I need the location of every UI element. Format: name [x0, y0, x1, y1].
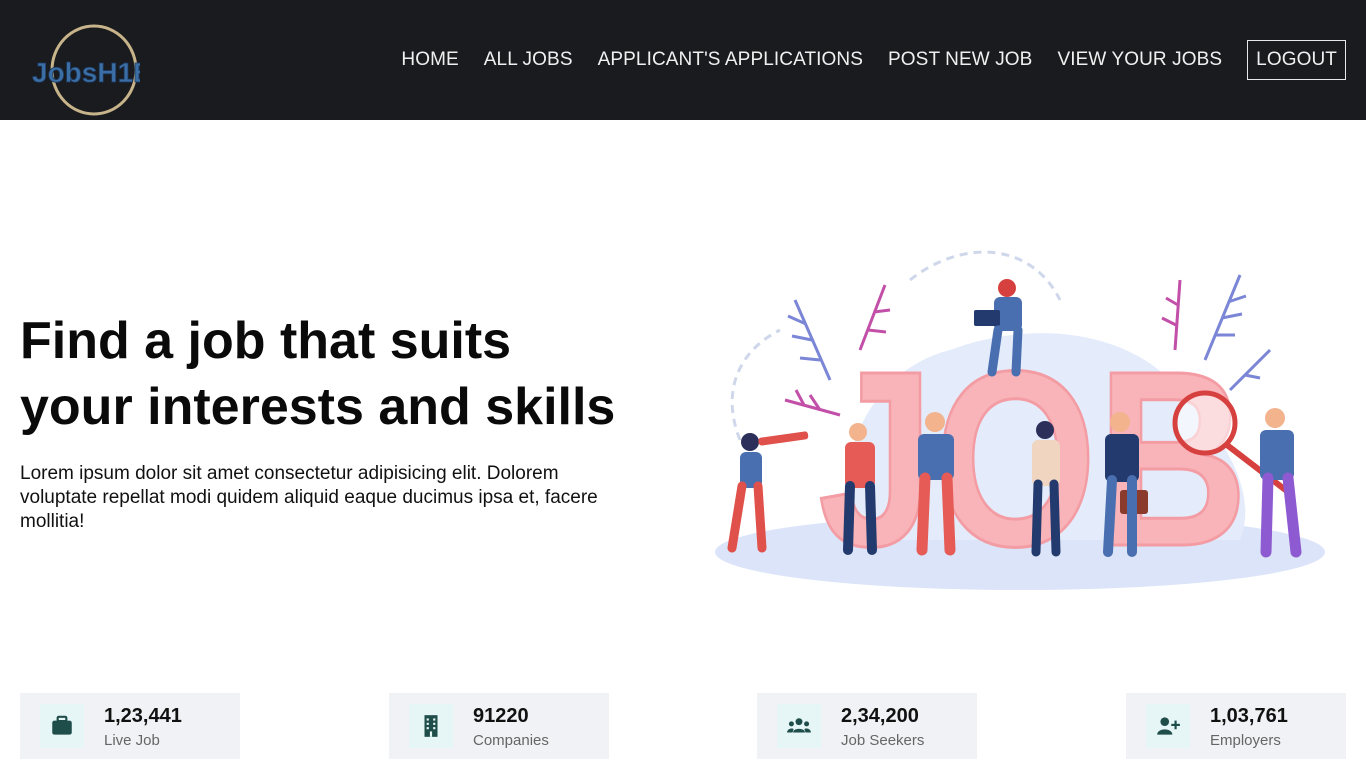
- hero-title-line-1: Find a job that suits: [20, 312, 512, 370]
- stat-label: Companies: [473, 732, 549, 749]
- stat-value: 2,34,200: [841, 705, 919, 727]
- users-icon: [777, 704, 821, 748]
- hero-title: Find a job that suits your interests and…: [20, 308, 660, 440]
- stat-job-seekers: 2,34,200 Job Seekers: [757, 693, 977, 759]
- stat-value: 1,23,441: [104, 705, 182, 727]
- svg-text:JobsH1B: JobsH1B: [32, 57, 140, 88]
- nav-applicants-applications[interactable]: APPLICANT'S APPLICATIONS: [598, 40, 863, 80]
- stat-value: 91220: [473, 705, 529, 727]
- top-navbar: JobsH1B HOME ALL JOBS APPLICANT'S APPLIC…: [0, 0, 1366, 120]
- job-search-illustration: JOB: [700, 240, 1340, 600]
- nav-all-jobs[interactable]: ALL JOBS: [484, 40, 573, 80]
- user-plus-icon: [1146, 704, 1190, 748]
- briefcase-icon: [40, 704, 84, 748]
- nav-post-new-job[interactable]: POST NEW JOB: [888, 40, 1032, 80]
- building-icon: [409, 704, 453, 748]
- stat-live-jobs: 1,23,441 Live Job: [20, 693, 240, 759]
- hero-title-line-2: your interests and skills: [20, 378, 616, 436]
- stat-companies: 91220 Companies: [389, 693, 609, 759]
- site-logo[interactable]: JobsH1B: [28, 22, 140, 118]
- hero-description: Lorem ipsum dolor sit amet consectetur a…: [20, 463, 598, 532]
- stat-value: 1,03,761: [1210, 705, 1288, 727]
- stat-label: Employers: [1210, 732, 1281, 749]
- stat-label: Job Seekers: [841, 732, 925, 749]
- main-nav: HOME ALL JOBS APPLICANT'S APPLICATIONS P…: [376, 40, 1346, 80]
- logout-button[interactable]: LOGOUT: [1247, 40, 1346, 80]
- nav-view-your-jobs[interactable]: VIEW YOUR JOBS: [1057, 40, 1222, 80]
- stat-label: Live Job: [104, 732, 160, 749]
- nav-home[interactable]: HOME: [401, 40, 458, 80]
- stat-employers: 1,03,761 Employers: [1126, 693, 1346, 759]
